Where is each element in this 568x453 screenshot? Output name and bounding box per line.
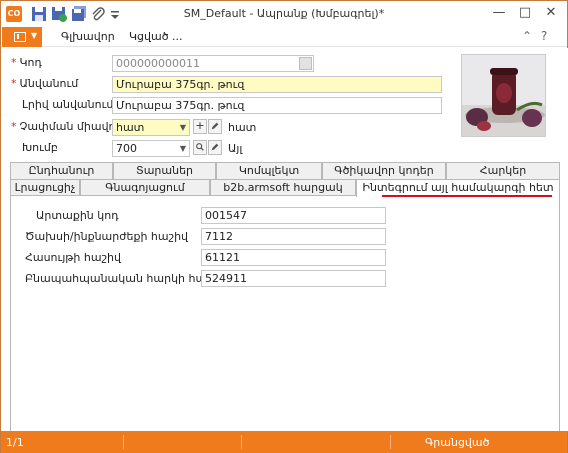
tab-b2b-armsoft[interactable]: b2b.armsoft հարցակ (210, 179, 356, 196)
tab-kit[interactable]: Կոմպլեկտ (216, 162, 322, 179)
income-account-field[interactable]: 61121 (201, 249, 386, 266)
record-counter: 1/1 (6, 436, 24, 449)
group-field[interactable]: 700 ▼ (112, 140, 190, 157)
maximize-button[interactable]: □ (514, 3, 536, 23)
tab-row-1: Ընդհանուր Տարաներ Կոմպլեկտ Գծիկավոր կոդե… (10, 162, 560, 179)
status-bar: 1/1 Գրանցված (1, 431, 567, 453)
menu-icon (14, 32, 26, 42)
help-icon[interactable]: ? (541, 29, 547, 43)
window-title: SM_Default - Ապրանք (Խմբագրել)* (183, 7, 385, 20)
product-image[interactable] (461, 54, 546, 137)
minimize-button[interactable]: — (488, 3, 510, 23)
status-separator (241, 435, 242, 449)
file-menu-button[interactable]: ▼ (2, 27, 42, 47)
tab-general[interactable]: Ընդհանուր (10, 162, 113, 179)
window: CO SM_Default - Ապրանք (Խմբագրել)* — □ ✕… (0, 0, 568, 453)
group-display: Այլ (228, 142, 243, 155)
tab-taxes[interactable]: Հարկեր (446, 162, 560, 179)
tab-pricing[interactable]: Գնագոյացում (80, 179, 210, 196)
required-marker: * (11, 56, 17, 69)
external-code-field[interactable]: 001547 (201, 207, 386, 224)
edit-code-icon[interactable] (299, 57, 312, 70)
ribbon-bar: ▼ Գլխավոր Կցված ... ⌃ ? (1, 27, 567, 47)
chevron-down-icon: ▼ (179, 123, 186, 132)
required-marker: * (11, 77, 17, 90)
status-separator (390, 435, 391, 449)
add-unit-button[interactable]: + (193, 119, 207, 134)
external-code-label: Արտաքին կոդ (36, 209, 119, 222)
item-form: * Կոդ 000000000011 * Անվանում Մուրաբա 375գ… (2, 48, 568, 453)
unit-field[interactable]: հատ ▼ (112, 119, 190, 136)
income-account-label: Հասույթի հաշիվ (25, 251, 122, 264)
edit-group-button[interactable] (208, 140, 222, 155)
tab-main[interactable]: Գլխավոր (61, 30, 115, 43)
close-button[interactable]: ✕ (540, 3, 562, 23)
code-field[interactable]: 000000000011 (112, 55, 314, 72)
group-label: Խումբ (22, 141, 58, 154)
expense-account-field[interactable]: 7112 (201, 228, 386, 245)
name-field[interactable]: Մուրաբա 375գր. թուզ (112, 76, 442, 93)
chevron-down-icon: ▼ (179, 144, 186, 153)
name-label: * Անվանում (11, 77, 79, 90)
title-bar: CO SM_Default - Ապրանք (Խմբագրել)* — □ ✕ (1, 1, 567, 27)
chevron-down-icon: ▼ (31, 31, 38, 40)
full-name-label: Լրիվ անվանում (22, 98, 114, 111)
tab-barcodes[interactable]: Գծիկավոր կոդեր (322, 162, 446, 179)
unit-label: * Չափման միավոր (11, 120, 123, 133)
tab-containers[interactable]: Տարաներ (113, 162, 216, 179)
full-name-field[interactable]: Մուրաբա 375գր. թուզ (112, 97, 442, 114)
record-status: Գրանցված (425, 436, 490, 449)
tab-row-2: Լրացուցիչ Գնագոյացում b2b.armsoft հարցակ… (10, 179, 560, 197)
active-tab-indicator (382, 195, 552, 197)
integration-panel: Արտաքին կոդ 001547 Ծախսի/ինքնարժեքի հաշի… (10, 195, 560, 453)
code-label: * Կոդ (11, 56, 42, 69)
collapse-ribbon-icon[interactable]: ⌃ (522, 29, 532, 43)
status-separator (123, 435, 124, 449)
tab-attached[interactable]: Կցված ... (129, 30, 183, 43)
required-marker: * (11, 120, 17, 133)
expense-account-label: Ծախսի/ինքնարժեքի հաշիվ (25, 230, 189, 243)
unit-display: հատ (228, 121, 257, 134)
search-group-button[interactable] (193, 140, 207, 155)
tab-additional[interactable]: Լրացուցիչ (10, 179, 80, 196)
natural-tax-account-label: Բնապահպանական հարկի հաշիվ (25, 272, 226, 285)
edit-unit-button[interactable] (208, 119, 222, 134)
natural-tax-account-field[interactable]: 524911 (201, 270, 386, 287)
